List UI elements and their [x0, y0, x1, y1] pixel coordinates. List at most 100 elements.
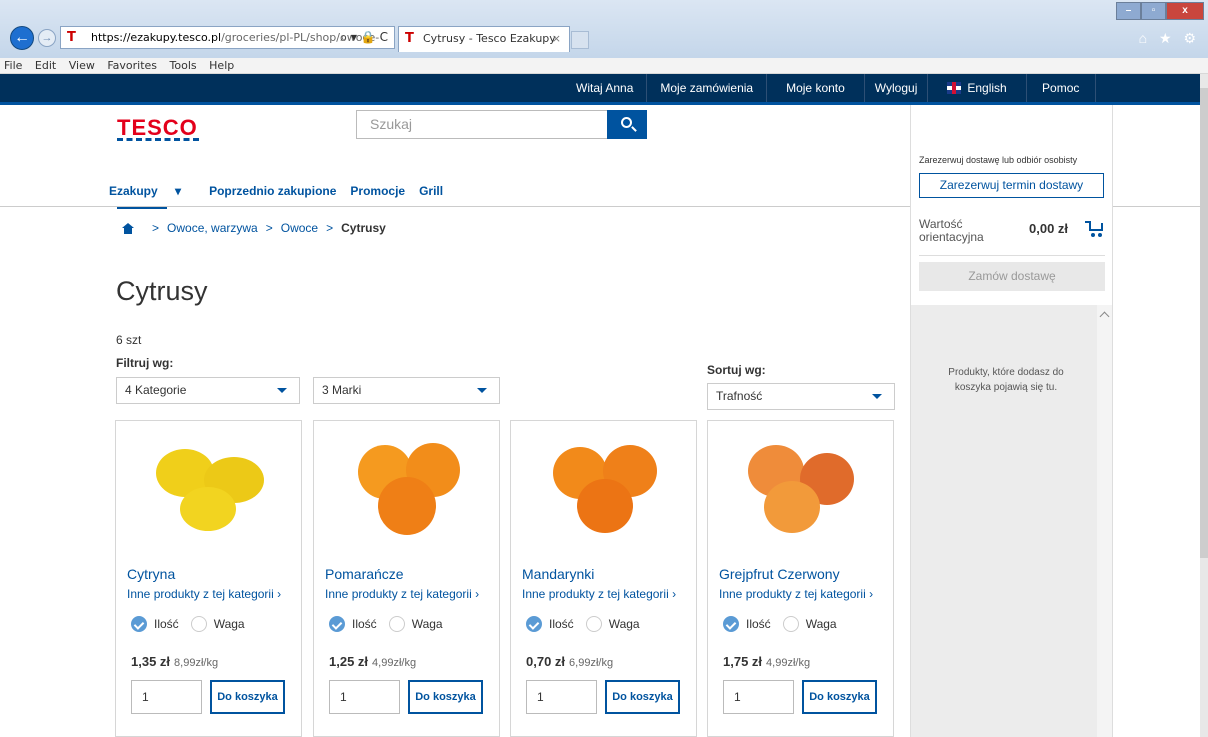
quantity-radio[interactable] [526, 616, 542, 632]
category-link-label: Inne produkty z tej kategorii [719, 587, 866, 601]
brand-filter-value: 3 Marki [322, 383, 362, 397]
category-link[interactable]: Inne produkty z tej kategorii › [127, 587, 281, 601]
nav-promotions[interactable]: Promocje [350, 184, 405, 198]
quantity-option-label: Ilość [549, 617, 574, 631]
breadcrumb-item[interactable]: Owoce, warzywa [167, 221, 258, 235]
price: 1,75 zł 4,99zł/kg [723, 654, 810, 669]
product-name[interactable]: Grejpfrut Czerwony [719, 566, 840, 582]
tangerine-image[interactable] [547, 441, 662, 536]
sort-value: Trafność [716, 389, 763, 403]
browser-chrome: ← → T https://ezakupy.tesco.pl/groceries… [0, 0, 1208, 58]
search-button[interactable] [607, 110, 647, 139]
lemon-image[interactable] [152, 441, 267, 536]
quantity-input[interactable]: 1 [723, 680, 794, 714]
address-bar[interactable]: T https://ezakupy.tesco.pl/groceries/pl-… [60, 26, 395, 49]
maximize-button[interactable]: ▫ [1141, 2, 1166, 20]
weight-radio[interactable] [585, 616, 602, 632]
add-to-basket-button[interactable]: Do koszyka [605, 680, 680, 714]
sort-select[interactable]: Trafność [707, 383, 895, 410]
nav-grill[interactable]: Grill [419, 184, 443, 198]
my-account-link[interactable]: Moje konto [766, 74, 864, 102]
logout-link[interactable]: Wyloguj [863, 74, 928, 102]
main-nav: Ezakupy ▾ Poprzednio zakupione Promocje … [109, 184, 457, 198]
site-favicon-icon: T [67, 30, 76, 45]
menu-edit[interactable]: Edit [35, 59, 56, 72]
menu-view[interactable]: View [69, 59, 95, 72]
order-delivery-button[interactable]: Zamów dostawę [919, 262, 1105, 291]
language-link[interactable]: English [927, 74, 1025, 102]
filter-label: Filtruj wg: [116, 356, 174, 370]
search-input[interactable]: Szukaj [356, 110, 608, 139]
quantity-input[interactable]: 1 [131, 680, 202, 714]
category-link-label: Inne produkty z tej kategorii [127, 587, 274, 601]
my-orders-link[interactable]: Moje zamówienia [646, 74, 766, 102]
brand-filter-select[interactable]: 3 Marki [313, 377, 500, 404]
basket-total: 0,00 zł [1029, 221, 1069, 236]
quantity-input[interactable]: 1 [526, 680, 597, 714]
quantity-radio[interactable] [131, 616, 147, 632]
close-window-button[interactable]: x [1166, 2, 1204, 20]
menu-help[interactable]: Help [209, 59, 234, 72]
basket-scrollbar[interactable] [1097, 305, 1113, 737]
menu-favorites[interactable]: Favorites [107, 59, 157, 72]
category-link[interactable]: Inne produkty z tej kategorii › [325, 587, 479, 601]
price-value: 1,25 zł [329, 654, 369, 669]
forward-arrow-icon[interactable]: → [38, 29, 56, 47]
weight-radio[interactable] [190, 616, 207, 632]
nav-active-underline [117, 207, 167, 209]
chevron-down-icon: ▾ [175, 184, 182, 198]
chevron-right-icon: › [672, 587, 677, 601]
help-link[interactable]: Pomoc [1025, 74, 1096, 102]
quantity-input[interactable]: 1 [329, 680, 400, 714]
tab-close-icon[interactable]: × [552, 27, 561, 51]
product-name[interactable]: Mandarynki [522, 566, 594, 582]
home-favorites-settings-icons[interactable]: ⌂ ★ ⚙ [1139, 30, 1200, 47]
menu-tools[interactable]: Tools [170, 59, 197, 72]
grapefruit-image[interactable] [744, 441, 859, 536]
weight-option-label: Waga [411, 617, 443, 631]
quantity-radio[interactable] [329, 616, 345, 632]
quantity-option-label: Ilość [352, 617, 377, 631]
nav-previously-bought[interactable]: Poprzednio zakupione [209, 184, 336, 198]
category-link-label: Inne produkty z tej kategorii [522, 587, 669, 601]
search-icon [621, 117, 632, 128]
product-card: Grejpfrut Czerwony Inne produkty z tej k… [707, 420, 894, 737]
category-link[interactable]: Inne produkty z tej kategorii › [522, 587, 676, 601]
orange-image[interactable] [350, 441, 465, 536]
browser-tab[interactable]: T Cytrusy - Tesco Ezakupy × [398, 26, 570, 52]
address-controls[interactable]: ⌕ ▾ 🔒 C [340, 27, 388, 48]
home-icon[interactable] [122, 222, 134, 234]
estimated-value-label: Wartość orientacyjna [919, 217, 984, 244]
weight-radio[interactable] [782, 616, 799, 632]
back-arrow-icon[interactable]: ← [10, 26, 34, 50]
cart-icon[interactable] [1085, 218, 1105, 238]
product-card: Cytryna Inne produkty z tej kategorii › … [115, 420, 302, 737]
breadcrumb-item[interactable]: Owoce [281, 221, 318, 235]
price: 1,25 zł 4,99zł/kg [329, 654, 416, 669]
nav-ezakupy[interactable]: Ezakupy ▾ [109, 184, 195, 198]
product-name[interactable]: Pomarańcze [325, 566, 404, 582]
page-scrollbar-thumb[interactable] [1200, 88, 1208, 558]
breadcrumb-separator: > [152, 221, 160, 235]
add-to-basket-button[interactable]: Do koszyka [210, 680, 285, 714]
chevron-down-icon [477, 388, 487, 393]
minimize-button[interactable]: – [1116, 2, 1141, 20]
unit-price: 6,99zł/kg [569, 657, 614, 669]
product-name[interactable]: Cytryna [127, 566, 175, 582]
quantity-radio[interactable] [723, 616, 739, 632]
chevron-up-icon[interactable] [1099, 311, 1110, 322]
new-tab-button[interactable] [571, 31, 589, 49]
category-link[interactable]: Inne produkty z tej kategorii › [719, 587, 873, 601]
site-top-bar: Witaj Anna Moje zamówienia Moje konto Wy… [0, 74, 1200, 102]
menu-file[interactable]: File [4, 59, 22, 72]
weight-radio[interactable] [388, 616, 405, 632]
weight-option-label: Waga [213, 617, 245, 631]
add-to-basket-button[interactable]: Do koszyka [802, 680, 877, 714]
category-filter-select[interactable]: 4 Kategorie [116, 377, 300, 404]
language-label: English [967, 81, 1007, 95]
weight-option-label: Waga [608, 617, 640, 631]
quantity-option-label: Ilość [154, 617, 179, 631]
chevron-down-icon [872, 394, 882, 399]
reserve-slot-button[interactable]: Zarezerwuj termin dostawy [919, 173, 1104, 198]
add-to-basket-button[interactable]: Do koszyka [408, 680, 483, 714]
